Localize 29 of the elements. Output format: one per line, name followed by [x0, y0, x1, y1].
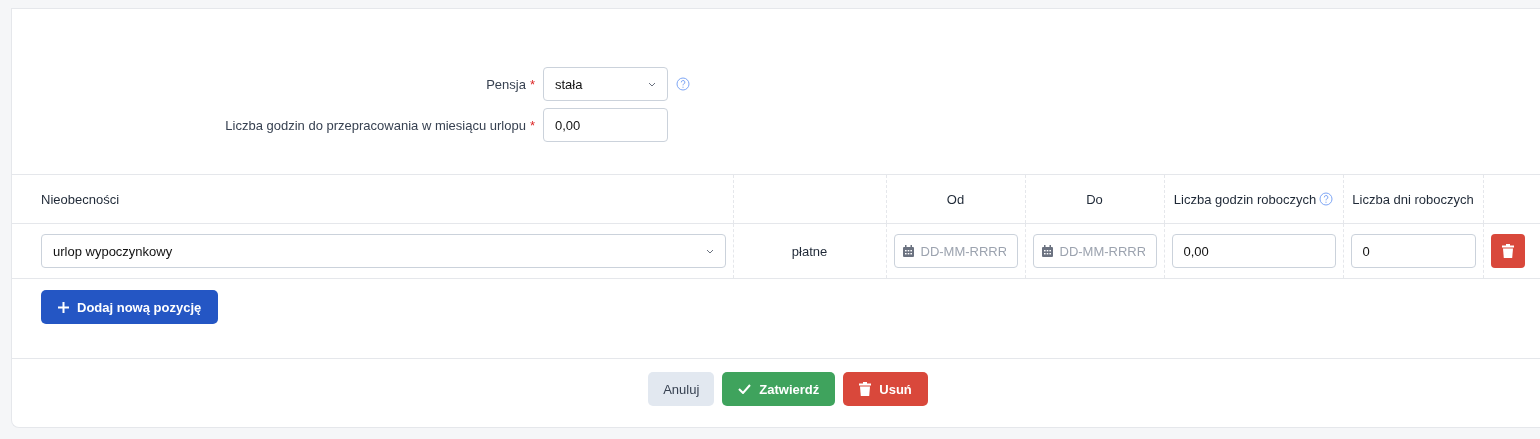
help-icon[interactable]: [1319, 191, 1334, 206]
calendar-icon: [1041, 245, 1053, 257]
hours-input[interactable]: 0,00: [543, 108, 668, 142]
days-input[interactable]: 0: [1350, 234, 1476, 268]
column-header: Liczba dni roboczych: [1352, 191, 1474, 207]
calendar-icon: [902, 245, 914, 257]
plus-icon: [58, 301, 69, 313]
paid-status: płatne: [791, 243, 828, 259]
delete-button[interactable]: Usuń: [843, 372, 928, 406]
field-label: Liczba godzin do przepracowania w miesiącu urlopu: [225, 117, 526, 133]
cancel-button[interactable]: Anuluj: [648, 372, 715, 406]
field-label: Pensja: [486, 76, 526, 92]
column-header: Od: [946, 191, 965, 207]
hours-input[interactable]: 0,00: [1171, 234, 1336, 268]
chevron-icon: [648, 81, 656, 87]
check-icon: [738, 384, 752, 394]
trash-icon: [859, 382, 872, 396]
required-mark: *: [529, 117, 535, 133]
required-mark: *: [529, 76, 535, 92]
absence-type-select[interactable]: urlop wypoczynkowy: [41, 234, 726, 268]
column-header: Liczba godzin roboczych: [1173, 191, 1317, 207]
help-icon[interactable]: [676, 77, 690, 91]
add-position-button[interactable]: Dodaj nową pozycję: [41, 290, 219, 324]
column-header: Nieobecności: [41, 191, 120, 207]
delete-row-button[interactable]: [1490, 234, 1525, 268]
trash-icon: [1501, 244, 1514, 258]
chevron-icon: [706, 248, 714, 254]
salary-select[interactable]: stała: [543, 67, 668, 101]
column-header: Do: [1086, 191, 1103, 207]
